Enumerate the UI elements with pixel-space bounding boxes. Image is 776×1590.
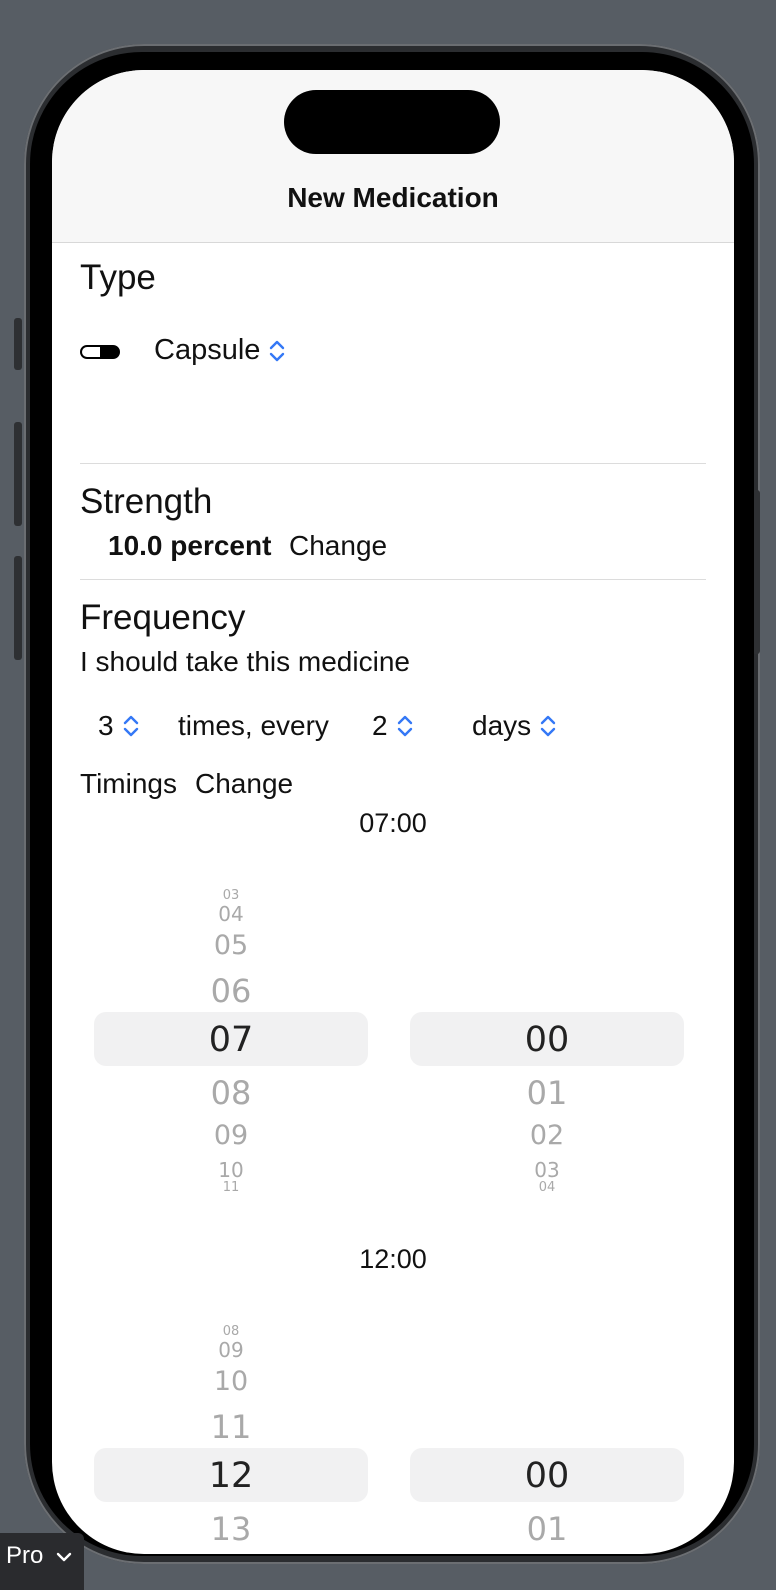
interval-picker[interactable]: 2: [372, 710, 414, 742]
wheel-item-selected: 12: [208, 1456, 254, 1496]
device-selector[interactable]: Pro: [0, 1533, 84, 1590]
times-picker-value: 3: [98, 710, 114, 741]
chevron-up-down-icon: [268, 339, 286, 364]
section-divider: [80, 579, 706, 580]
times-picker[interactable]: 3: [98, 710, 140, 742]
app-screen: New Medication Type Capsule Strength 10.…: [52, 70, 734, 1554]
hour-wheel[interactable]: 03 04 05 06 07 08 09 10 11: [94, 886, 368, 1196]
unit-picker-value: days: [472, 710, 532, 741]
type-picker[interactable]: Capsule: [154, 334, 286, 367]
page-title: New Medication: [287, 182, 499, 213]
wheel-item: 03: [534, 1158, 560, 1182]
wheel-item-selected: 07: [208, 1020, 254, 1060]
dynamic-island: [284, 90, 500, 154]
wheel-item: 03: [222, 888, 240, 903]
interval-picker-value: 2: [372, 710, 388, 741]
type-heading: Type: [80, 258, 156, 297]
wheel-item: 08: [210, 1074, 252, 1112]
wheel-item: 13: [210, 1510, 252, 1548]
frequency-description: I should take this medicine: [80, 646, 410, 677]
chevron-up-down-icon: [123, 715, 138, 737]
wheel-item: 05: [213, 930, 249, 961]
wheel-item: 04: [218, 902, 244, 926]
hour-wheel[interactable]: 08 09 10 11 12 13 14 15: [94, 1322, 368, 1554]
chevron-up-down-icon: [397, 715, 412, 737]
device-side-button: [14, 422, 22, 526]
wheel-item: 10: [213, 1366, 249, 1397]
wheel-item: 08: [222, 1324, 240, 1339]
wheel-item: 02: [529, 1120, 565, 1151]
minute-wheel[interactable]: 00 01 02 03: [410, 1322, 684, 1554]
wheel-item: 09: [218, 1338, 244, 1362]
device-side-button: [14, 556, 22, 660]
timings-change-button[interactable]: Change: [195, 768, 293, 800]
chevron-down-icon: [56, 1552, 72, 1562]
device-selector-label: Pro: [6, 1542, 44, 1569]
wheel-item: 11: [210, 1408, 252, 1446]
strength-value: 10.0 percent: [108, 530, 272, 561]
strength-change-button[interactable]: Change: [289, 530, 387, 562]
minute-wheel[interactable]: 00 01 02 03 04: [410, 886, 684, 1196]
wheel-item-selected: 00: [524, 1020, 570, 1060]
wheel-item: 06: [210, 972, 252, 1010]
wheel-item-selected: 00: [524, 1456, 570, 1496]
frequency-heading: Frequency: [80, 598, 246, 637]
section-divider: [80, 463, 706, 464]
chevron-up-down-icon: [540, 715, 556, 737]
wheel-item: 01: [526, 1074, 568, 1112]
type-picker-value: Capsule: [154, 334, 261, 366]
time-picker-label: 07:00: [359, 808, 427, 838]
wheel-item: 01: [526, 1510, 568, 1548]
wheel-item: 09: [213, 1120, 249, 1151]
navigation-bar: New Medication: [52, 70, 734, 243]
wheel-item: 11: [222, 1180, 240, 1195]
wheel-item: 10: [218, 1158, 244, 1182]
frequency-middle-text: times, every: [178, 710, 329, 741]
device-side-button: [14, 318, 22, 370]
time-picker-label: 12:00: [359, 1244, 427, 1274]
strength-heading: Strength: [80, 482, 213, 521]
unit-picker[interactable]: days: [472, 710, 557, 742]
wheel-item: 04: [538, 1180, 556, 1195]
capsule-icon: [80, 345, 120, 359]
timings-label: Timings: [80, 768, 177, 799]
